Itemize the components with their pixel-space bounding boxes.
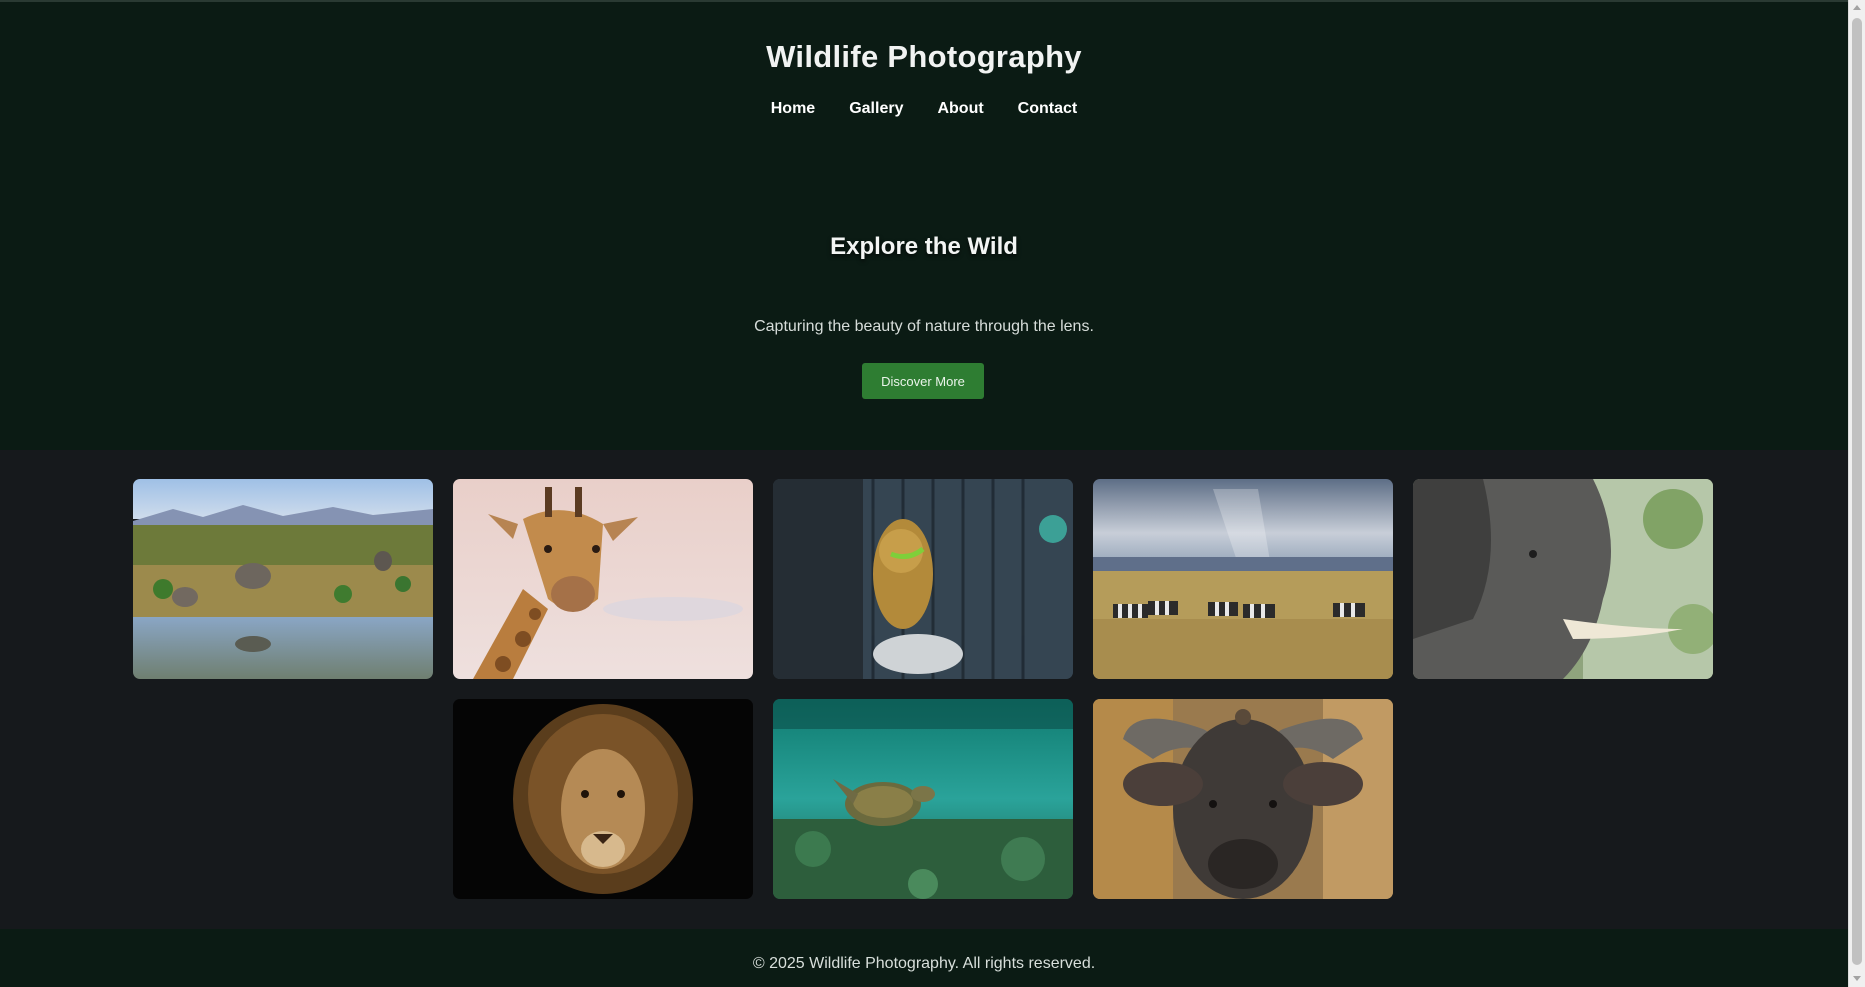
photo-zebras-on-savanna[interactable] — [1093, 479, 1393, 679]
photo-young-monkey[interactable] — [773, 479, 1073, 679]
photo-elephant-close-up[interactable] — [1413, 479, 1713, 679]
scrollbar-thumb[interactable] — [1852, 18, 1862, 965]
main-nav: Home Gallery About Contact — [0, 100, 1848, 118]
hero-title: Explore the Wild — [830, 233, 1018, 260]
vertical-scrollbar[interactable] — [1848, 0, 1865, 987]
photo-giraffe-portrait[interactable] — [453, 479, 753, 679]
discover-more-button[interactable]: Discover More — [862, 363, 984, 399]
site-footer: © 2025 Wildlife Photography. All rights … — [0, 929, 1848, 987]
site-title: Wildlife Photography — [766, 39, 1082, 74]
photo-sea-turtle-underwater[interactable] — [773, 699, 1073, 899]
nav-gallery[interactable]: Gallery — [849, 100, 903, 118]
photo-elephants-at-waterhole[interactable] — [133, 479, 433, 679]
nav-home[interactable]: Home — [771, 100, 815, 118]
scroll-up-arrow-icon[interactable] — [1853, 5, 1861, 10]
photo-cape-buffalo[interactable] — [1093, 699, 1393, 899]
nav-about[interactable]: About — [937, 100, 983, 118]
page: Wildlife Photography Home Gallery About … — [0, 0, 1848, 987]
hero-subtitle: Capturing the beauty of nature through t… — [754, 318, 1094, 335]
nav-contact[interactable]: Contact — [1018, 100, 1078, 118]
copyright-text: © 2025 Wildlife Photography. All rights … — [752, 955, 1096, 972]
scroll-down-arrow-icon[interactable] — [1853, 976, 1861, 981]
site-header: Wildlife Photography Home Gallery About … — [0, 0, 1848, 450]
photo-lion-portrait[interactable] — [453, 699, 753, 899]
